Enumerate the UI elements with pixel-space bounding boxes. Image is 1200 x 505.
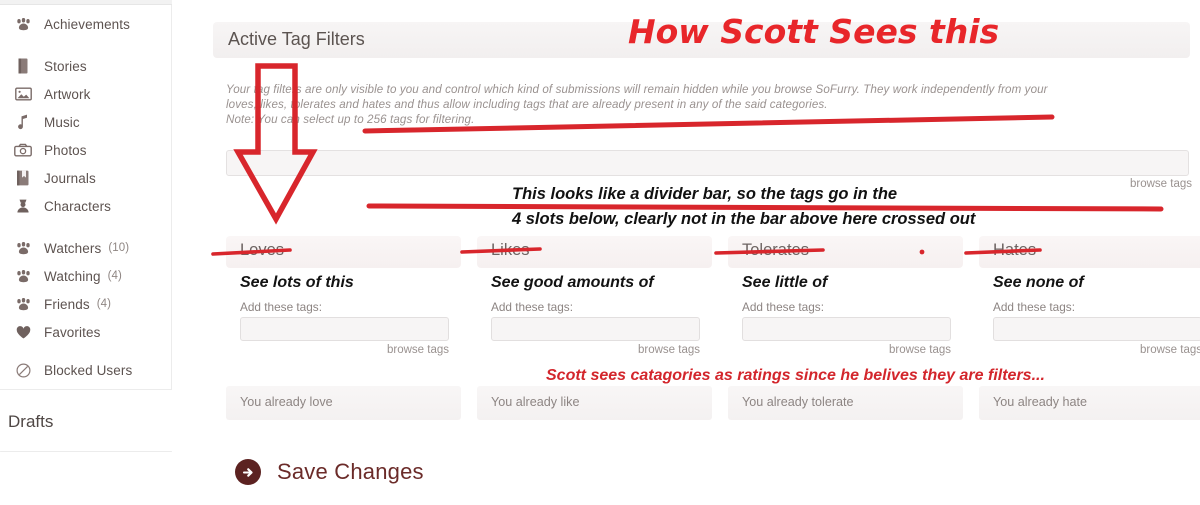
page-root: Achievements Stories Artwork Music Photo… [0,0,1200,505]
add-tags-input[interactable] [491,317,700,341]
paw-icon [12,239,34,257]
sidebar-item-label: Photos [44,142,87,158]
panel-header: Active Tag Filters [213,22,1190,58]
sidebar-item-stories[interactable]: Stories [0,52,171,80]
main-browse-tags-link[interactable]: browse tags [1130,178,1192,190]
column-subtitle: See none of [993,274,1084,291]
already-box-hates[interactable]: You already hate [979,386,1200,420]
browse-tags-link[interactable]: browse tags [1140,344,1200,356]
paw-icon [12,15,34,33]
block-icon [12,361,34,379]
sidebar-item-achievements[interactable]: Achievements [0,10,171,38]
music-note-icon [12,113,34,131]
drafts-heading: Drafts [8,412,54,431]
paw-icon [12,295,34,313]
sidebar-item-label: Characters [44,198,112,214]
description-line-1: Your tag filters are only visible to you… [226,83,1048,96]
sidebar-item-music[interactable]: Music [0,108,171,136]
image-icon [12,85,34,103]
already-label: You already love [240,395,333,409]
column-header: Tolerates [728,236,963,268]
arrow-right-circle-icon [235,459,261,485]
heart-icon [12,323,34,341]
column-subtitle: See little of [742,274,828,291]
already-box-likes[interactable]: You already like [477,386,712,420]
sidebar-item-label: Achievements [44,16,130,32]
sidebar-top-strip [0,0,172,5]
add-tags-label: Add these tags: [491,300,573,314]
add-tags-label: Add these tags: [742,300,824,314]
filter-column-loves: Loves See lots of this Add these tags: b… [226,236,461,356]
add-tags-input[interactable] [993,317,1200,341]
sidebar-item-label: Watching [44,268,101,284]
sidebar-item-label: Music [44,114,80,130]
sidebar-item-favorites[interactable]: Favorites [0,318,171,346]
book-icon [12,57,34,75]
column-title: Tolerates [742,241,809,259]
filter-column-likes: Likes See good amounts of Add these tags… [477,236,712,356]
sidebar-item-watchers[interactable]: Watchers (10) [0,234,171,262]
panel-description: Your tag filters are only visible to you… [226,82,1176,128]
journal-icon [12,169,34,187]
filter-column-tolerates: Tolerates See little of Add these tags: … [728,236,963,356]
sidebar-item-label: Blocked Users [44,362,133,378]
add-tags-label: Add these tags: [993,300,1075,314]
sidebar-item-label: Stories [44,58,87,74]
already-box-tolerates[interactable]: You already tolerate [728,386,963,420]
sidebar-item-friends[interactable]: Friends (4) [0,290,171,318]
description-line-3: Note: You can select up to 256 tags for … [226,113,475,127]
browse-tags-link[interactable]: browse tags [638,344,700,356]
column-title: Likes [491,241,530,259]
sidebar-item-label: Artwork [44,86,91,102]
column-title: Hates [993,241,1037,259]
save-changes-label: Save Changes [277,459,424,484]
browse-tags-link[interactable]: browse tags [387,344,449,356]
add-tags-label: Add these tags: [240,300,322,314]
description-line-2: loves, likes, tolerates and hates and th… [226,98,828,112]
paw-icon [12,267,34,285]
column-title: Loves [240,241,285,259]
sidebar-item-label: Favorites [44,324,101,340]
sidebar-item-artwork[interactable]: Artwork [0,80,171,108]
already-box-loves[interactable]: You already love [226,386,461,420]
sidebar-item-blocked-users[interactable]: Blocked Users [0,356,171,384]
add-tags-input[interactable] [742,317,951,341]
sidebar-item-watching[interactable]: Watching (4) [0,262,171,290]
column-subtitle: See good amounts of [491,274,654,291]
sidebar-item-journals[interactable]: Journals [0,164,171,192]
sidebar-item-label: Journals [44,170,96,186]
sidebar-item-photos[interactable]: Photos [0,136,171,164]
add-tags-input[interactable] [240,317,449,341]
already-tagged-row: You already love You already like You al… [213,386,1200,420]
main-content: Active Tag Filters Your tag filters are … [213,0,1200,505]
column-header: Likes [477,236,712,268]
already-label: You already like [491,395,580,409]
sidebar-item-label: Friends [44,296,90,312]
browse-tags-link[interactable]: browse tags [889,344,951,356]
sidebar: Achievements Stories Artwork Music Photo… [0,0,172,390]
filter-column-hates: Hates See none of Add these tags: browse… [979,236,1200,356]
sidebar-item-count: (4) [107,270,122,282]
column-subtitle: See lots of this [240,274,354,291]
column-header: Hates [979,236,1200,268]
drafts-divider [0,451,172,452]
character-icon [12,197,34,215]
page-title: Active Tag Filters [228,29,365,49]
column-header: Loves [226,236,461,268]
save-changes-button[interactable]: Save Changes [235,459,424,485]
sidebar-item-count: (4) [96,298,112,310]
sidebar-item-count: (10) [108,242,130,254]
already-label: You already tolerate [742,395,854,409]
sidebar-item-label: Watchers [44,240,102,256]
sidebar-item-characters[interactable]: Characters [0,192,171,220]
camera-icon [12,141,34,159]
main-tag-input[interactable] [226,150,1189,176]
already-label: You already hate [993,395,1088,409]
